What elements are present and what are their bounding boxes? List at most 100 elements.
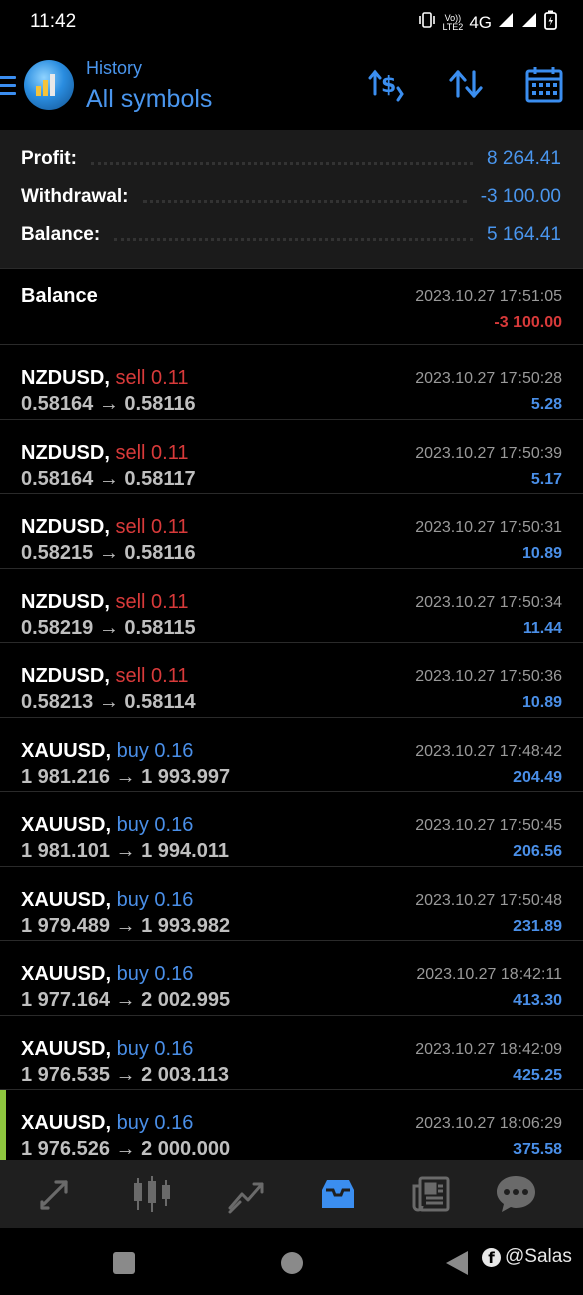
trade-profit: 413.30 — [513, 992, 562, 1009]
trade-prices: 0.58219 → 0.58115 — [21, 616, 196, 639]
calendar-icon[interactable] — [524, 64, 564, 104]
withdrawal-label: Withdrawal: — [21, 186, 129, 207]
app-logo — [24, 60, 74, 110]
vibrate-icon — [418, 11, 436, 34]
trade-profit: 5.17 — [530, 470, 562, 488]
trade-symbol: XAUUSD, buy 0.16 — [21, 963, 194, 985]
trade-prices: 1 977.164 → 2 002.995 — [21, 989, 231, 1011]
home-button[interactable] — [281, 1252, 303, 1274]
signal-icon — [498, 12, 515, 33]
trade-profit: 5.28 — [530, 396, 562, 413]
balance-entry-row[interactable]: Balance 2023.10.27 17:51:05 -3 100.00 — [0, 268, 583, 344]
balance-row: Balance: 5 164.41 — [21, 220, 561, 250]
trade-side: buy 0.16 — [116, 888, 194, 911]
trade-prices: 0.58164 → 0.58117 — [21, 467, 196, 490]
facebook-icon: f — [482, 1247, 501, 1267]
history-icon[interactable] — [316, 1172, 360, 1216]
balance-label: Balance: — [21, 224, 101, 245]
recents-button[interactable] — [113, 1252, 135, 1274]
trade-symbol: XAUUSD, buy 0.16 — [21, 739, 194, 762]
trade-symbol: XAUUSD, buy 0.16 — [21, 1112, 194, 1134]
trade-symbol: XAUUSD, buy 0.16 — [21, 1037, 194, 1060]
quotes-icon[interactable] — [130, 1172, 174, 1216]
trade-time: 2023.10.27 17:50:31 — [415, 519, 562, 536]
watermark-text: @Salas — [505, 1246, 572, 1267]
chart-icon[interactable] — [224, 1172, 268, 1216]
profit-label: Profit: — [21, 148, 77, 169]
trade-row[interactable]: NZDUSD, sell 0.11 0.58164 → 0.58117 2023.1… — [0, 418, 583, 494]
trade-time: 2023.10.27 17:50:48 — [415, 891, 562, 909]
watermark: f @Salas — [482, 1246, 572, 1268]
back-button[interactable] — [446, 1251, 468, 1275]
currency-filter-icon[interactable]: $ — [366, 64, 406, 104]
dotted-leader — [142, 199, 467, 203]
trade-row[interactable]: XAUUSD, buy 0.16 1 981.216 → 1 993.997 202… — [0, 716, 583, 792]
trade-symbol: XAUUSD, buy 0.16 — [21, 814, 194, 836]
trade-row[interactable]: NZDUSD, sell 0.11 0.58213 → 0.58114 2023.1… — [0, 642, 583, 717]
selected-indicator — [0, 1090, 6, 1160]
header-title[interactable]: All symbols — [86, 85, 212, 114]
trade-profit: 10.89 — [521, 694, 562, 711]
menu-icon[interactable] — [0, 76, 16, 100]
profit-row: Profit: 8 264.41 — [21, 144, 561, 174]
network-type: 4G — [469, 12, 492, 32]
trade-side: sell 0.11 — [115, 590, 189, 613]
trade-prices: 0.58213 → 0.58114 — [21, 691, 196, 713]
trade-profit: 10.89 — [521, 545, 562, 562]
trade-symbol: NZDUSD, sell 0.11 — [21, 590, 189, 613]
trade-profit: 425.25 — [513, 1066, 562, 1084]
volte-indicator: Vo)) LTE2 — [442, 12, 464, 32]
trade-symbol: NZDUSD, sell 0.11 — [21, 516, 189, 538]
trade-time: 2023.10.27 17:50:28 — [415, 370, 562, 387]
trade-prices: 1 976.526 → 2 000.000 — [21, 1138, 231, 1160]
trade-row[interactable]: XAUUSD, buy 0.16 1 976.526 → 2 000.000 202… — [0, 1089, 583, 1164]
status-icons: Vo)) LTE2 4G — [418, 10, 557, 35]
bottom-navigation — [0, 1160, 583, 1228]
balance-entry-label: Balance — [21, 285, 98, 307]
trade-side: buy 0.16 — [116, 1037, 194, 1060]
dotted-leader — [90, 161, 474, 165]
trade-row[interactable]: XAUUSD, buy 0.16 1 981.101 → 1 994.011 202… — [0, 791, 583, 866]
trade-row[interactable]: NZDUSD, sell 0.11 0.58164 → 0.58116 2023.1… — [0, 344, 583, 419]
trade-time: 2023.10.27 18:42:11 — [416, 966, 562, 983]
summary-panel: Profit: 8 264.41 Withdrawal: -3 100.00 B… — [0, 130, 583, 268]
withdrawal-row: Withdrawal: -3 100.00 — [21, 182, 561, 212]
balance-entry-amount: -3 100.00 — [494, 314, 562, 331]
trade-row[interactable]: XAUUSD, buy 0.16 1 979.489 → 1 993.982 202… — [0, 865, 583, 941]
news-icon[interactable] — [410, 1172, 454, 1216]
trade-time: 2023.10.27 17:50:36 — [415, 668, 562, 685]
chat-icon[interactable] — [494, 1172, 538, 1216]
trade-side: sell 0.11 — [115, 665, 189, 687]
trade-time: 2023.10.27 18:06:29 — [415, 1115, 562, 1132]
profit-value: 8 264.41 — [487, 148, 561, 169]
status-time: 11:42 — [30, 11, 77, 32]
trade-profit: 231.89 — [513, 917, 562, 935]
trade-row[interactable]: XAUUSD, buy 0.16 1 976.535 → 2 003.113 202… — [0, 1014, 583, 1090]
balance-entry-time: 2023.10.27 17:51:05 — [415, 288, 562, 305]
balance-value: 5 164.41 — [487, 224, 561, 245]
trade-prices: 0.58164 → 0.58116 — [21, 393, 196, 415]
trade-profit: 375.58 — [513, 1141, 562, 1158]
trade-time: 2023.10.27 17:50:34 — [415, 593, 562, 611]
trade-symbol: NZDUSD, sell 0.11 — [21, 665, 189, 687]
trade-side: buy 0.16 — [116, 963, 194, 985]
trade-side: sell 0.11 — [115, 441, 189, 464]
trade-profit: 11.44 — [522, 619, 562, 637]
trade-side: sell 0.11 — [115, 367, 189, 389]
trade-prices: 1 981.101 → 1 994.011 — [21, 840, 229, 862]
trade-row[interactable]: NZDUSD, sell 0.11 0.58219 → 0.58115 2023.1… — [0, 567, 583, 643]
trade-row[interactable]: NZDUSD, sell 0.11 0.58215 → 0.58116 2023.1… — [0, 493, 583, 568]
dotted-leader — [114, 237, 474, 241]
trade-symbol: NZDUSD, sell 0.11 — [21, 367, 189, 389]
trade-row[interactable]: XAUUSD, buy 0.16 1 977.164 → 2 002.995 202… — [0, 940, 583, 1015]
trade-time: 2023.10.27 18:42:09 — [415, 1040, 562, 1058]
svg-text:$: $ — [381, 73, 396, 98]
trade-side: buy 0.16 — [116, 1112, 194, 1134]
trade-symbol: XAUUSD, buy 0.16 — [21, 888, 194, 911]
trade-prices: 1 981.216 → 1 993.997 — [21, 765, 231, 788]
sort-icon[interactable] — [446, 64, 486, 104]
trade-prices: 1 979.489 → 1 993.982 — [21, 914, 231, 937]
trade-time: 2023.10.27 17:50:39 — [415, 444, 562, 462]
trade-prices: 0.58215 → 0.58116 — [21, 542, 196, 564]
trade-icon[interactable] — [36, 1172, 80, 1216]
